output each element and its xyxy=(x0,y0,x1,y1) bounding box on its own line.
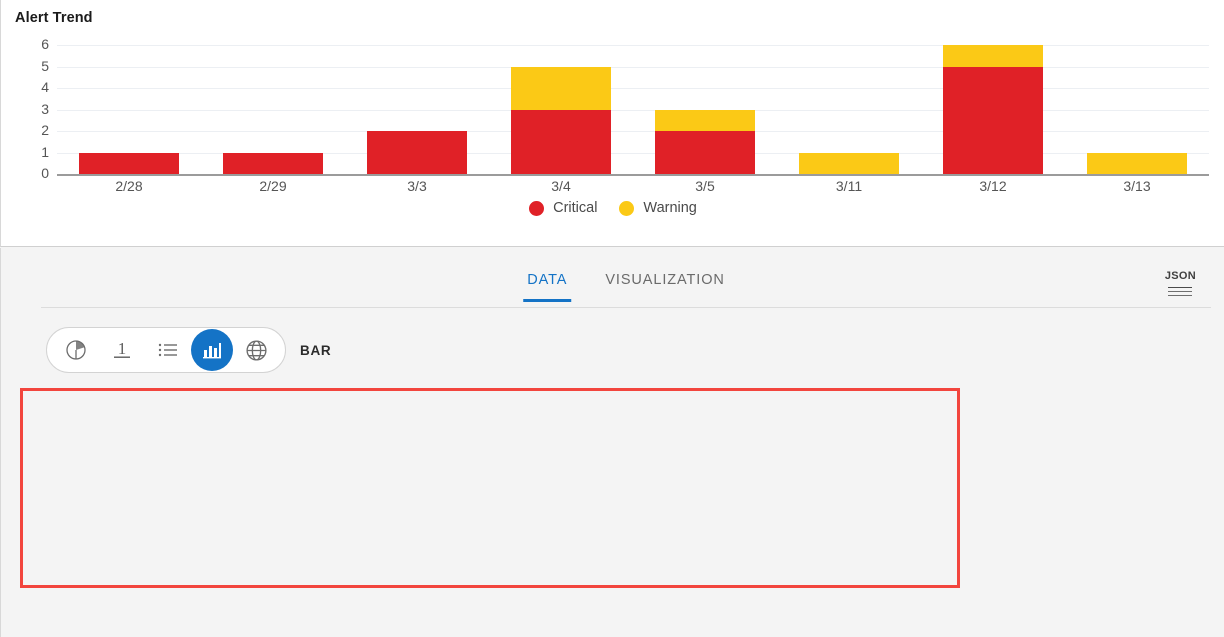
y-axis-tick: 2 xyxy=(41,122,49,138)
chart-plot-area: 0 1 2 3 4 5 6 2/28 2/29 3/3 3/4 3/5 3/11 3/12 3/13 xyxy=(1,37,1224,195)
legend-item[interactable]: Warning xyxy=(619,200,697,216)
legend-item[interactable]: Critical xyxy=(529,200,597,216)
legend-label: Critical xyxy=(553,200,598,216)
x-axis-tick: 2/28 xyxy=(115,178,143,194)
bar-segment-critical[interactable] xyxy=(79,152,179,174)
alert-trend-chart-panel: Alert Trend 0 1 2 3 4 5 6 2/28 2/29 3/3 3/4 3/5 3/1… xyxy=(0,0,1224,247)
y-axis-tick: 6 xyxy=(41,36,49,52)
json-document-icon xyxy=(1168,284,1193,296)
bar-slot xyxy=(777,45,921,174)
x-axis-tick: 3/5 xyxy=(695,178,715,194)
legend-color-dot xyxy=(619,200,635,216)
json-view-button[interactable]: JSON xyxy=(1165,270,1196,296)
y-axis-tick: 0 xyxy=(41,165,49,181)
chart-legend: Critical Warning xyxy=(1,200,1224,216)
page-title: Alert Trend xyxy=(15,10,93,26)
y-axis: 0 1 2 3 4 5 6 xyxy=(25,37,49,181)
bar-slot xyxy=(345,45,489,174)
chart-bars xyxy=(57,45,1209,174)
stacked-bar[interactable] xyxy=(511,66,611,174)
bar-segment-critical[interactable] xyxy=(943,66,1043,174)
x-axis-tick: 3/11 xyxy=(835,178,863,194)
tabs-container: DATA VISUALIZATION xyxy=(523,266,729,302)
stacked-bar[interactable] xyxy=(655,109,755,174)
bar-segment-warning[interactable] xyxy=(511,66,611,110)
bar-slot xyxy=(201,45,345,174)
bar-segment-warning[interactable] xyxy=(799,152,899,174)
list-icon[interactable] xyxy=(145,329,191,371)
bar-segment-critical[interactable] xyxy=(511,109,611,174)
x-axis-ticks: 2/28 2/29 3/3 3/4 3/5 3/11 3/12 3/13 xyxy=(57,178,1209,194)
x-axis-tick: 3/13 xyxy=(1123,178,1151,194)
legend-label: Warning xyxy=(643,200,697,216)
json-label: JSON xyxy=(1164,270,1196,282)
bar-slot xyxy=(921,45,1065,174)
x-axis-tick: 3/3 xyxy=(407,178,427,194)
legend-color-dot xyxy=(529,200,545,216)
bar-segment-warning[interactable] xyxy=(655,109,755,131)
bar-slot xyxy=(633,45,777,174)
single-value-icon[interactable]: 1 xyxy=(99,329,145,371)
tab-visualization[interactable]: VISUALIZATION xyxy=(601,266,728,302)
stacked-bar[interactable] xyxy=(943,45,1043,174)
bar-slot xyxy=(489,45,633,174)
y-axis-tick: 3 xyxy=(41,100,49,117)
stacked-bar[interactable] xyxy=(223,152,323,174)
svg-text:1: 1 xyxy=(118,339,127,358)
bar-segment-warning[interactable] xyxy=(1087,152,1187,174)
globe-icon[interactable] xyxy=(233,329,279,371)
x-axis-tick: 3/4 xyxy=(551,178,571,194)
stacked-bar[interactable] xyxy=(367,131,467,174)
chart-type-selector: 1 BAR xyxy=(46,327,331,373)
bar-slot xyxy=(57,45,201,174)
chart-type-label: BAR xyxy=(300,342,332,358)
chart-type-pill-group: 1 xyxy=(46,327,286,373)
y-axis-tick: 1 xyxy=(41,143,49,160)
tab-bar: DATA VISUALIZATION JSON xyxy=(41,262,1211,308)
x-axis-tick: 3/12 xyxy=(979,178,1007,194)
bar-segment-critical[interactable] xyxy=(655,131,755,174)
donut-chart-icon[interactable] xyxy=(53,329,99,371)
x-axis-line xyxy=(57,174,1209,176)
stacked-bar[interactable] xyxy=(1087,152,1187,174)
stacked-bar[interactable] xyxy=(799,152,899,174)
y-axis-tick: 5 xyxy=(41,57,49,74)
bar-segment-critical[interactable] xyxy=(367,131,467,174)
bar-chart-icon[interactable] xyxy=(191,329,233,371)
screen-root: Alert Trend 0 1 2 3 4 5 6 2/28 2/29 3/3 3/4 3/5 3/1… xyxy=(0,0,1224,637)
x-axis-tick: 2/29 xyxy=(259,178,287,194)
bar-segment-critical[interactable] xyxy=(223,152,323,174)
tab-data[interactable]: DATA xyxy=(523,266,572,302)
bar-segment-warning[interactable] xyxy=(943,45,1043,67)
stacked-bar[interactable] xyxy=(79,152,179,174)
y-axis-tick: 4 xyxy=(41,79,49,95)
editor-panel: DATA VISUALIZATION JSON 1 BAR xyxy=(0,248,1224,637)
bar-slot xyxy=(1065,45,1209,174)
